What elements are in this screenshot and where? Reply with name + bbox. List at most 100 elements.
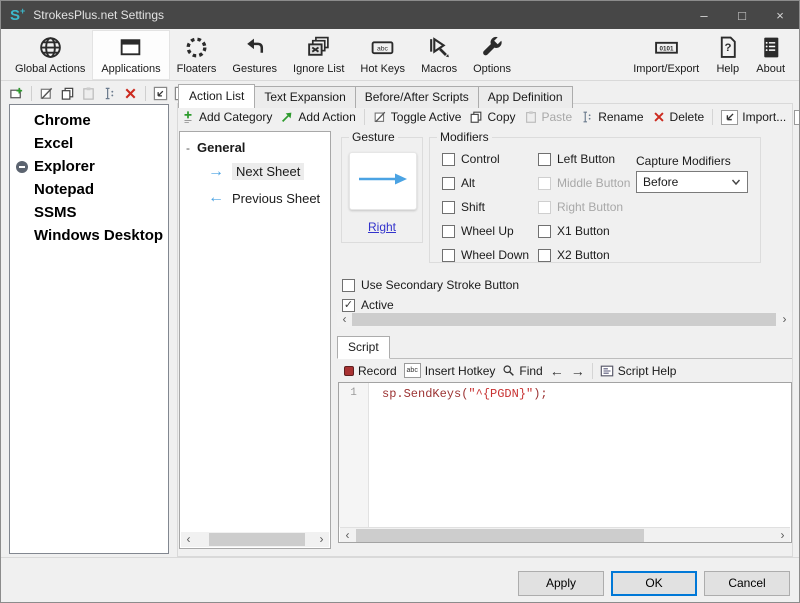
toggle-active-button[interactable]: Toggle Active — [373, 110, 462, 124]
list-item-excel[interactable]: Excel — [10, 132, 168, 155]
close-button[interactable]: × — [761, 1, 799, 29]
action-toolbar: Add Category Add Action Toggle Active Co… — [181, 107, 800, 127]
collapse-icon[interactable]: - — [186, 141, 190, 155]
window-controls: – □ × — [685, 1, 799, 29]
toolbar-options[interactable]: Options — [465, 31, 519, 79]
tree-node-previous-sheet[interactable]: ← Previous Sheet — [208, 190, 320, 206]
checkbox-wheel-up[interactable]: Wheel Up — [442, 224, 514, 238]
copy-application-button[interactable] — [59, 85, 76, 102]
minimize-button[interactable]: – — [685, 1, 723, 29]
toolbar-floaters[interactable]: Floaters — [169, 31, 225, 79]
toggle-active-application-button[interactable] — [38, 85, 55, 102]
search-icon — [502, 364, 515, 377]
navigate-back-button[interactable]: ← — [550, 363, 564, 379]
maximize-button[interactable]: □ — [723, 1, 761, 29]
toolbar-separator — [145, 86, 146, 101]
list-item-explorer[interactable]: Explorer — [10, 155, 168, 178]
modifiers-group: Modifiers Control Alt Shift Wheel Up Whe… — [429, 137, 761, 263]
application-list-toolbar — [8, 85, 190, 102]
scroll-left-icon[interactable]: ‹ — [337, 312, 352, 327]
checkbox-wheel-down[interactable]: Wheel Down — [442, 248, 529, 262]
checkbox-use-secondary-stroke[interactable]: Use Secondary Stroke Button — [342, 278, 519, 292]
record-button[interactable]: Record — [344, 364, 397, 378]
scroll-left-icon[interactable]: ‹ — [340, 528, 355, 543]
script-help-icon — [600, 364, 614, 378]
rename-application-button[interactable] — [101, 85, 118, 102]
checkbox-middle-button[interactable]: Middle Button — [538, 176, 630, 190]
about-journal-icon — [758, 35, 783, 60]
gesture-arrow-icon — [242, 35, 267, 60]
scroll-right-icon[interactable]: › — [777, 312, 792, 327]
ok-button[interactable]: OK — [611, 571, 697, 596]
tab-text-expansion[interactable]: Text Expansion — [254, 86, 355, 108]
tree-node-next-sheet[interactable]: → Next Sheet — [208, 163, 304, 180]
toolbar-gestures[interactable]: Gestures — [224, 31, 285, 79]
scrollbar-thumb[interactable] — [209, 533, 305, 546]
checkbox-x1-button[interactable]: X1 Button — [538, 224, 610, 238]
gesture-direction-link[interactable]: Right — [342, 220, 422, 234]
gesture-right-arrow-icon — [357, 172, 409, 191]
editor-horizontal-scrollbar[interactable]: ‹ › — [340, 527, 790, 542]
script-help-button[interactable]: Script Help — [600, 364, 677, 378]
toggle-active-icon — [39, 86, 54, 101]
import-button[interactable]: Import... — [721, 110, 786, 125]
tab-script[interactable]: Script — [337, 336, 390, 359]
checkbox-active[interactable]: ✓ Active — [342, 298, 394, 312]
paste-application-button[interactable] — [80, 85, 97, 102]
add-action-button[interactable]: Add Action — [280, 110, 355, 124]
tab-app-definition[interactable]: App Definition — [478, 86, 573, 108]
toolbar-macros[interactable]: Macros — [413, 31, 465, 79]
checkbox-shift[interactable]: Shift — [442, 200, 485, 214]
list-item-ssms[interactable]: SSMS — [10, 201, 168, 224]
import-application-button[interactable] — [152, 85, 169, 102]
tab-before-after-scripts[interactable]: Before/After Scripts — [355, 86, 479, 108]
checkbox-left-button[interactable]: Left Button — [538, 152, 615, 166]
copy-icon — [60, 86, 75, 101]
toolbar-ignore-list[interactable]: Ignore List — [285, 31, 352, 79]
scroll-right-icon[interactable]: › — [314, 532, 329, 547]
toolbar-about[interactable]: About — [748, 31, 793, 79]
checkbox-control[interactable]: Control — [442, 152, 500, 166]
capture-modifiers-dropdown[interactable]: Before — [636, 171, 748, 193]
tree-horizontal-scrollbar[interactable]: ‹ › — [181, 532, 329, 547]
list-item-windows-desktop[interactable]: Windows Desktop — [10, 224, 168, 247]
apply-button[interactable]: Apply — [518, 571, 604, 596]
tab-action-list[interactable]: Action List — [178, 84, 255, 108]
toolbar-help[interactable]: ? Help — [707, 31, 748, 79]
toolbar-import-export[interactable]: 0101 Import/Export — [625, 31, 707, 79]
add-application-button[interactable] — [8, 85, 25, 102]
copy-button[interactable]: Copy — [469, 110, 515, 124]
toolbar-hot-keys[interactable]: abc Hot Keys — [352, 31, 413, 79]
delete-application-button[interactable] — [122, 85, 139, 102]
scroll-left-icon[interactable]: ‹ — [181, 532, 196, 547]
toolbar-applications[interactable]: Applications — [93, 31, 168, 79]
list-item-notepad[interactable]: Notepad — [10, 178, 168, 201]
rename-button[interactable]: Rename — [580, 110, 643, 124]
delete-button[interactable]: Delete — [652, 110, 705, 124]
export-button[interactable]: Export... — [794, 110, 800, 125]
dashed-circle-icon — [184, 35, 209, 60]
dropdown-chevron-icon — [731, 177, 741, 187]
script-editor[interactable]: 1 sp.SendKeys("^{PGDN}"); ‹ › — [338, 382, 792, 543]
find-button[interactable]: Find — [502, 364, 542, 378]
close-icon: × — [776, 8, 784, 23]
scrollbar-thumb[interactable] — [352, 313, 776, 326]
scroll-right-icon[interactable]: › — [775, 528, 790, 543]
import-icon — [721, 110, 738, 125]
navigate-forward-button[interactable]: → — [571, 363, 585, 379]
tree-node-general[interactable]: - General — [186, 140, 245, 155]
cancel-button[interactable]: Cancel — [704, 571, 790, 596]
help-doc-icon: ? — [715, 35, 740, 60]
scrollbar-thumb[interactable] — [356, 529, 644, 542]
checkbox-alt[interactable]: Alt — [442, 176, 475, 190]
checkbox-x2-button[interactable]: X2 Button — [538, 248, 610, 262]
toolbar-global-actions[interactable]: Global Actions — [7, 31, 93, 79]
add-category-button[interactable]: Add Category — [181, 110, 272, 124]
delete-icon — [123, 86, 138, 101]
insert-hotkey-button[interactable]: abc Insert Hotkey — [404, 363, 496, 378]
checkbox-right-button[interactable]: Right Button — [538, 200, 623, 214]
script-tabstrip: Script — [337, 338, 792, 359]
paste-button[interactable]: Paste — [524, 110, 573, 124]
list-item-chrome[interactable]: Chrome — [10, 109, 168, 132]
detail-horizontal-scrollbar[interactable]: ‹ › — [337, 312, 792, 327]
